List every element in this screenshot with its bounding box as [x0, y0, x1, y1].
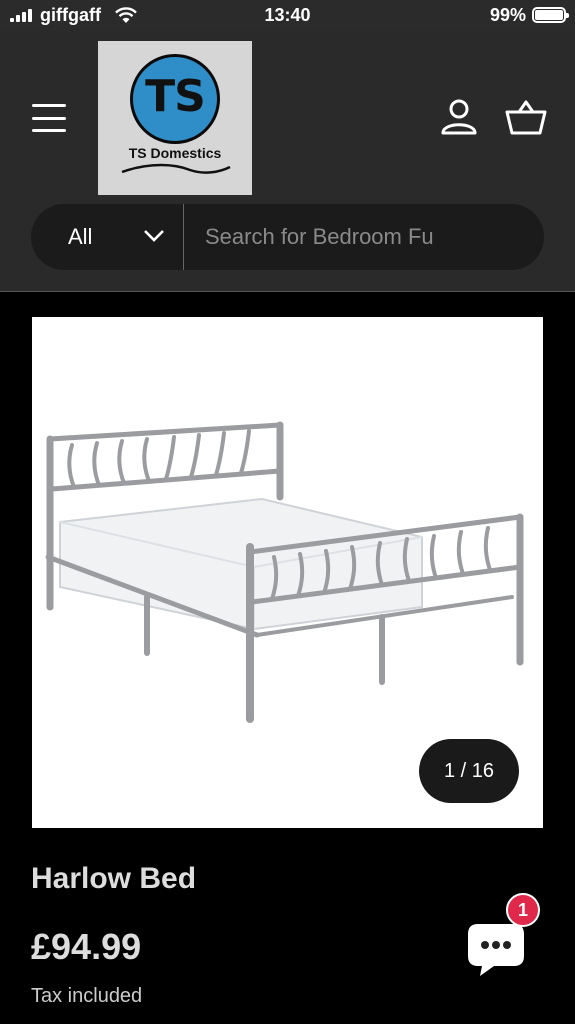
clock: 13:40 — [264, 5, 311, 25]
status-bar: giffgaff 13:40 99% — [0, 0, 575, 30]
chat-notification-badge: 1 — [506, 893, 540, 927]
category-dropdown[interactable]: All — [31, 204, 183, 270]
search-input[interactable] — [205, 204, 495, 270]
user-icon[interactable] — [440, 98, 478, 136]
logo-name: TS Domestics — [128, 145, 222, 161]
site-header: TS TS Domestics All — [0, 30, 575, 292]
bed-image — [45, 421, 524, 723]
basket-icon[interactable] — [505, 100, 547, 136]
chevron-down-icon — [144, 230, 164, 242]
product-price: £94.99 — [31, 926, 142, 967]
product-title: Harlow Bed — [31, 862, 197, 895]
tax-note: Tax included — [31, 985, 143, 1007]
product-image[interactable]: 1 / 16 — [32, 317, 543, 828]
store-logo[interactable]: TS TS Domestics — [98, 41, 252, 195]
category-label: All — [68, 224, 93, 249]
chat-icon[interactable] — [466, 920, 526, 980]
logo-swoosh — [121, 163, 231, 174]
logo-monogram: TS — [145, 71, 206, 122]
image-counter[interactable]: 1 / 16 — [419, 739, 519, 803]
hamburger-icon[interactable] — [32, 104, 66, 132]
search-bar: All — [31, 204, 544, 270]
search-divider — [183, 204, 184, 270]
battery-icon — [532, 7, 569, 23]
battery-percent: 99% — [489, 5, 526, 25]
